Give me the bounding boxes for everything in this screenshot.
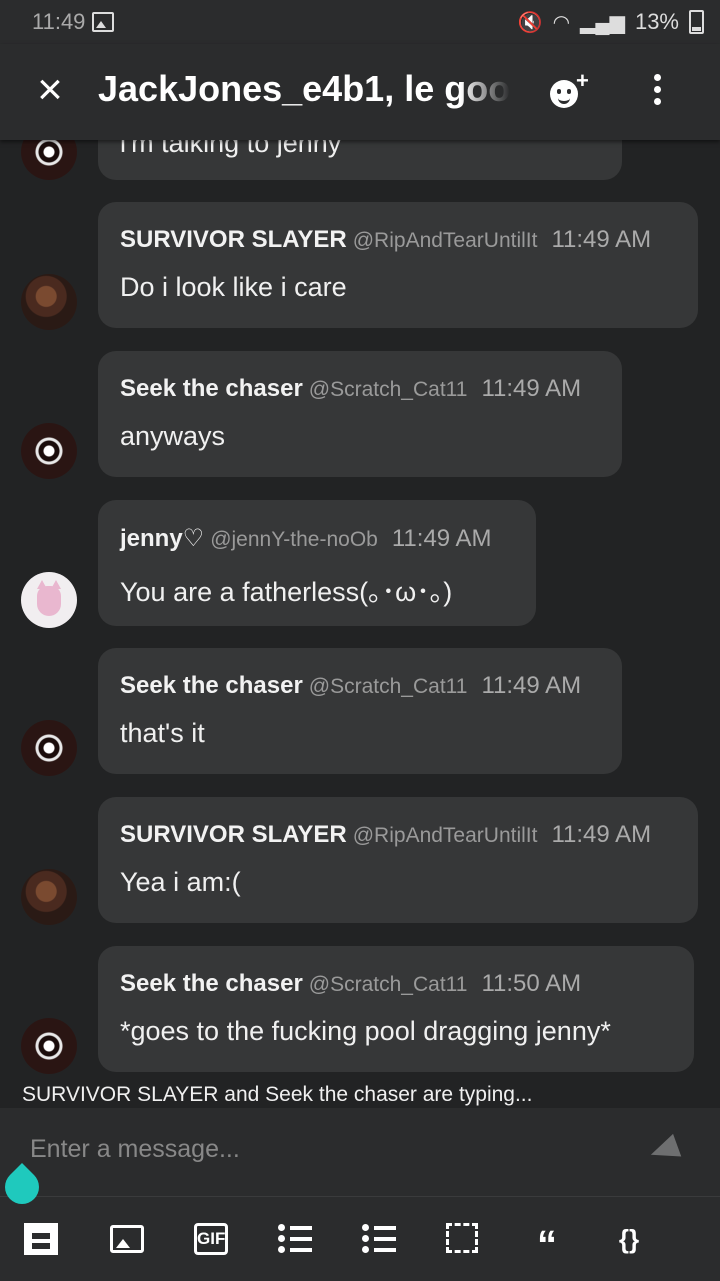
avatar[interactable] <box>21 423 77 479</box>
message-meta: SURVIVOR SLAYER @RipAndTearUntilIt 11:49 A… <box>120 226 651 254</box>
message-bubble[interactable]: Seek the chaser @Scratch_Cat11 11:50 AM *g… <box>98 946 694 1072</box>
message-meta: Seek the chaser @Scratch_Cat11 11:50 AM <box>120 970 581 998</box>
numbered-list-icon[interactable] <box>362 1223 396 1255</box>
message-meta: Seek the chaser @Scratch_Cat11 11:49 AM <box>120 375 581 403</box>
author-handle: @RipAndTearUntilIt <box>352 824 538 847</box>
send-icon[interactable] <box>646 1133 682 1167</box>
message-time: 11:49 AM <box>391 525 492 552</box>
status-time: 11:49 <box>32 9 86 34</box>
image-notification-icon <box>92 12 114 32</box>
message-text: You are a fatherless(｡･ω･｡) <box>120 577 453 607</box>
avatar[interactable] <box>21 869 77 925</box>
code-icon[interactable]: {} <box>612 1223 646 1255</box>
status-bar: 11:49 🔇 ◠ ▂▄▆ 13% <box>0 0 720 44</box>
message-bubble[interactable]: jenny♡ @jennY-the-noOb 11:49 AM You are a … <box>98 500 536 626</box>
message-text: anyways <box>120 421 226 451</box>
chat-header: × JackJones_e4b1, le goofy + <box>0 44 720 140</box>
author-handle: @Scratch_Cat11 <box>308 378 468 401</box>
author-name[interactable]: SURVIVOR SLAYER <box>120 226 347 253</box>
message-text: that's it <box>120 718 205 748</box>
avatar[interactable] <box>21 720 77 776</box>
quote-icon[interactable]: “ <box>530 1223 564 1267</box>
author-name[interactable]: Seek the chaser <box>120 672 303 699</box>
message-text: Yea i am:( <box>120 867 241 897</box>
signal-icon: ▂▄▆ <box>580 11 625 34</box>
author-name[interactable]: Seek the chaser <box>120 970 303 997</box>
battery-icon <box>689 10 704 34</box>
author-handle: @jennY-the-noOb <box>210 528 378 551</box>
bulleted-list-icon[interactable] <box>278 1223 312 1255</box>
message-meta: jenny♡ @jennY-the-noOb 11:49 AM <box>120 524 491 553</box>
gif-icon[interactable]: GIF <box>194 1223 228 1255</box>
message-meta: Seek the chaser @Scratch_Cat11 11:49 AM <box>120 672 581 700</box>
frame-icon[interactable] <box>446 1223 478 1253</box>
message-time: 11:49 AM <box>551 226 652 253</box>
message-meta: SURVIVOR SLAYER @RipAndTearUntilIt 11:49 A… <box>120 821 651 849</box>
author-name[interactable]: Seek the chaser <box>120 375 303 402</box>
author-name[interactable]: jenny♡ <box>120 525 204 552</box>
author-handle: @Scratch_Cat11 <box>308 675 468 698</box>
mute-icon: 🔇 <box>517 11 543 34</box>
avatar[interactable] <box>21 140 77 180</box>
message-text: i'm talking to jenny <box>120 140 342 158</box>
wifi-icon: ◠ <box>552 11 571 34</box>
message-time: 11:49 AM <box>481 672 582 699</box>
close-icon[interactable]: × <box>30 68 70 112</box>
message-bubble[interactable]: SURVIVOR SLAYER @RipAndTearUntilIt 11:49 A… <box>98 797 698 923</box>
message-time: 11:49 AM <box>481 375 582 402</box>
sticker-icon[interactable] <box>24 1223 58 1255</box>
avatar[interactable] <box>21 274 77 330</box>
message-bubble[interactable]: Seek the chaser @Scratch_Cat11 11:49 AM an… <box>98 351 622 477</box>
chat-title: JackJones_e4b1, le goofy <box>98 68 510 109</box>
message-bubble[interactable]: Seek the chaser @Scratch_Cat11 11:49 AM th… <box>98 648 622 774</box>
message-text: Do i look like i care <box>120 272 347 302</box>
message-composer <box>0 1108 720 1196</box>
more-options-icon[interactable] <box>650 74 664 110</box>
message-list[interactable]: i'm talking to jenny SURVIVOR SLAYER @Rip… <box>0 140 720 1080</box>
typing-indicator: SURVIVOR SLAYER and Seek the chaser are … <box>22 1083 533 1106</box>
avatar[interactable] <box>21 572 77 628</box>
avatar[interactable] <box>21 1018 77 1074</box>
message-time: 11:49 AM <box>551 821 652 848</box>
author-handle: @Scratch_Cat11 <box>308 973 468 996</box>
message-text: *goes to the fucking pool dragging jenny… <box>120 1016 611 1046</box>
author-handle: @RipAndTearUntilIt <box>352 229 538 252</box>
author-name[interactable]: SURVIVOR SLAYER <box>120 821 347 848</box>
message-input[interactable] <box>28 1134 592 1165</box>
message-time: 11:50 AM <box>481 970 582 997</box>
add-member-icon[interactable]: + <box>550 68 589 108</box>
battery-percent: 13% <box>634 9 679 34</box>
image-icon[interactable] <box>110 1225 144 1253</box>
message-bubble[interactable]: i'm talking to jenny <box>98 140 622 180</box>
composer-toolbar: GIF “ {} <box>0 1196 720 1281</box>
message-bubble[interactable]: SURVIVOR SLAYER @RipAndTearUntilIt 11:49 A… <box>98 202 698 328</box>
